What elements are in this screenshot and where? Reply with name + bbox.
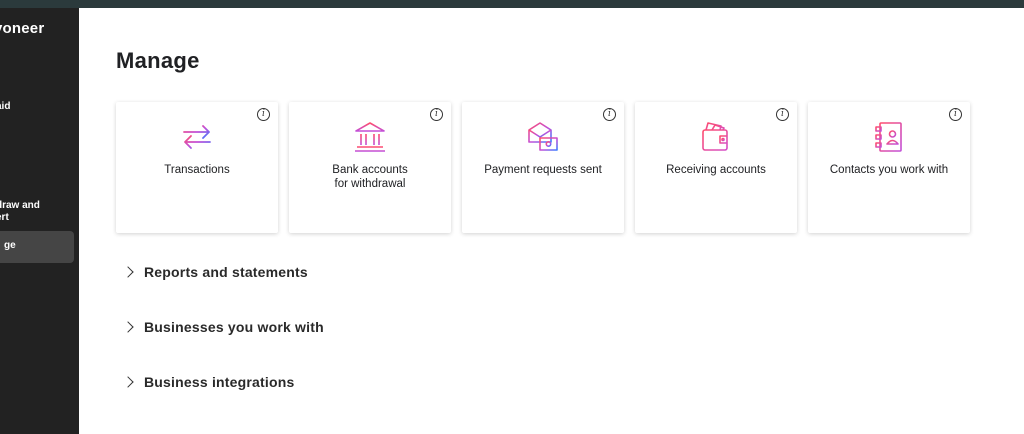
sidebar-item-label: draw and xyxy=(0,200,40,211)
section-label: Business integrations xyxy=(144,374,295,390)
card-label-line: Bank accounts xyxy=(332,164,408,176)
main-content: Manage i Transactions i Bank accounts fo… xyxy=(79,8,1024,434)
section-label: Businesses you work with xyxy=(144,319,324,335)
section-businesses-you-work-with[interactable]: Businesses you work with xyxy=(122,319,324,335)
sidebar-item-label: ert xyxy=(0,212,9,223)
card-label-line: for withdrawal xyxy=(334,178,406,190)
card-bank-accounts[interactable]: i Bank accounts for withdrawal xyxy=(289,102,451,233)
sidebar-item-manage[interactable]: ge xyxy=(0,231,74,263)
section-label: Reports and statements xyxy=(144,264,308,280)
card-label: Receiving accounts xyxy=(635,163,797,177)
card-transactions[interactable]: i Transactions xyxy=(116,102,278,233)
page-title: Manage xyxy=(116,48,200,73)
card-label: Transactions xyxy=(116,163,278,177)
card-label-line: Receiving accounts xyxy=(666,164,766,176)
bank-icon xyxy=(355,122,385,152)
info-icon[interactable]: i xyxy=(776,108,789,121)
card-label-line: Transactions xyxy=(164,164,230,176)
sidebar-item-get-paid[interactable]: aid xyxy=(0,101,74,113)
payment-request-icon xyxy=(528,122,558,151)
address-book-icon xyxy=(875,122,902,152)
brand-logo[interactable]: yoneer xyxy=(0,20,44,37)
card-row: i Transactions i Bank accounts for withd… xyxy=(116,102,970,233)
info-icon[interactable]: i xyxy=(949,108,962,121)
card-label: Contacts you work with xyxy=(808,163,970,177)
chevron-right-icon xyxy=(122,376,134,388)
section-business-integrations[interactable]: Business integrations xyxy=(122,374,295,390)
card-receiving-accounts[interactable]: i Receiving accounts xyxy=(635,102,797,233)
card-contacts[interactable]: i Contacts you work with xyxy=(808,102,970,233)
transfer-arrows-icon xyxy=(183,125,211,149)
info-icon[interactable]: i xyxy=(603,108,616,121)
card-label-line: Payment requests sent xyxy=(484,164,602,176)
section-reports-and-statements[interactable]: Reports and statements xyxy=(122,264,308,280)
chevron-right-icon xyxy=(122,321,134,333)
card-label: Payment requests sent xyxy=(462,163,624,177)
card-label-line: Contacts you work with xyxy=(829,164,949,176)
info-icon[interactable]: i xyxy=(430,108,443,121)
sidebar-item-withdraw-and-convert[interactable]: draw and ert xyxy=(0,200,74,224)
card-label: Bank accounts for withdrawal xyxy=(289,163,451,191)
card-payment-requests[interactable]: i Payment requests sent xyxy=(462,102,624,233)
chevron-right-icon xyxy=(122,266,134,278)
sidebar: yoneer aid draw and ert ge xyxy=(0,8,79,434)
top-bar xyxy=(0,0,1024,8)
wallet-icon xyxy=(702,122,728,151)
info-icon[interactable]: i xyxy=(257,108,270,121)
